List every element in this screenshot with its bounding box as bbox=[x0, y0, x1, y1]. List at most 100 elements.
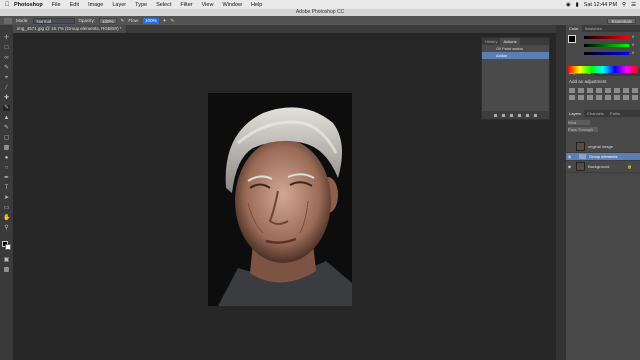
tab-layers[interactable]: Layers bbox=[566, 110, 585, 117]
action-row[interactable]: Action bbox=[482, 52, 549, 59]
shape-tool-icon[interactable]: ▭ bbox=[3, 205, 10, 211]
layer-name[interactable]: Group elements bbox=[589, 154, 617, 159]
menu-app-name[interactable]: Photoshop bbox=[14, 2, 43, 8]
gradient-tool-icon[interactable]: ▩ bbox=[3, 145, 10, 151]
selective-color-icon[interactable] bbox=[632, 95, 638, 100]
document-tab[interactable]: img_4571.jpg @ 16.7% (Group elements, RG… bbox=[13, 25, 126, 33]
action-set-row[interactable]: Oil Paint action bbox=[482, 45, 549, 52]
marquee-tool-icon[interactable]: □ bbox=[3, 45, 10, 51]
brightness-icon[interactable] bbox=[569, 88, 575, 93]
threshold-icon[interactable] bbox=[614, 95, 620, 100]
channel-mixer-icon[interactable] bbox=[578, 95, 584, 100]
menu-filter[interactable]: Filter bbox=[180, 2, 192, 8]
crop-tool-icon[interactable]: ⌖ bbox=[3, 75, 10, 81]
mode-select[interactable]: Normal bbox=[32, 17, 75, 24]
tab-color[interactable]: Color bbox=[566, 25, 582, 32]
new-set-icon[interactable] bbox=[518, 113, 521, 117]
options-bar: Mode: Normal Opacity: 100% ✎ Flow: 100% … bbox=[0, 16, 640, 25]
apple-icon[interactable]:  bbox=[0, 2, 14, 8]
curves-icon[interactable] bbox=[587, 88, 593, 93]
blur-tool-icon[interactable]: ● bbox=[3, 155, 10, 161]
background-color-swatch[interactable] bbox=[5, 244, 11, 250]
layer-row[interactable]: ◉ Background 🔒 bbox=[566, 161, 640, 173]
menu-type[interactable]: Type bbox=[135, 2, 147, 8]
visibility-icon[interactable]: ◉ bbox=[566, 154, 573, 159]
pen-tool-icon[interactable]: ✒ bbox=[3, 175, 10, 181]
red-value[interactable]: 0 bbox=[632, 34, 634, 39]
menu-view[interactable]: View bbox=[202, 2, 214, 8]
eyedropper-tool-icon[interactable]: ⁄ bbox=[3, 85, 10, 91]
gradient-map-icon[interactable] bbox=[623, 95, 629, 100]
menu-edit[interactable]: Edit bbox=[70, 2, 79, 8]
tab-swatches[interactable]: Swatches bbox=[582, 25, 605, 32]
zoom-tool-icon[interactable]: ⚲ bbox=[3, 225, 10, 231]
clock[interactable]: Sat 12:44 PM bbox=[584, 2, 617, 8]
search-icon[interactable]: ⚲ bbox=[622, 2, 626, 8]
color-lookup-icon[interactable] bbox=[587, 95, 593, 100]
dodge-tool-icon[interactable]: ○ bbox=[3, 165, 10, 171]
clone-stamp-tool-icon[interactable]: ▲ bbox=[3, 115, 10, 121]
flow-field[interactable]: 100% bbox=[143, 17, 159, 24]
healing-tool-icon[interactable]: ✚ bbox=[3, 95, 10, 101]
blue-value[interactable]: 0 bbox=[632, 50, 634, 55]
menu-select[interactable]: Select bbox=[156, 2, 171, 8]
tab-actions[interactable]: Actions bbox=[500, 38, 520, 45]
red-slider[interactable] bbox=[584, 36, 629, 39]
blend-mode-select[interactable]: Pass Through bbox=[568, 126, 598, 132]
visibility-icon[interactable]: ◉ bbox=[566, 164, 573, 169]
black-white-icon[interactable] bbox=[632, 88, 638, 93]
type-tool-icon[interactable]: T bbox=[3, 185, 10, 191]
menu-image[interactable]: Image bbox=[88, 2, 103, 8]
path-select-tool-icon[interactable]: ➤ bbox=[3, 195, 10, 201]
layer-name[interactable]: original image bbox=[588, 144, 613, 149]
brush-preset-icon[interactable] bbox=[4, 17, 12, 24]
pressure-size-icon[interactable]: ✎ bbox=[170, 18, 174, 24]
play-icon[interactable] bbox=[510, 113, 513, 117]
history-brush-tool-icon[interactable]: ✎ bbox=[3, 125, 10, 131]
hue-saturation-icon[interactable] bbox=[614, 88, 620, 93]
battery-icon[interactable]: ▮ bbox=[576, 2, 579, 8]
pressure-opacity-icon[interactable]: ✎ bbox=[121, 18, 125, 24]
color-ramp[interactable] bbox=[568, 66, 638, 73]
posterize-icon[interactable] bbox=[605, 95, 611, 100]
lasso-tool-icon[interactable]: ∞ bbox=[3, 55, 10, 61]
green-slider[interactable] bbox=[584, 44, 629, 47]
workspace-select[interactable]: Essentials bbox=[607, 17, 636, 24]
screen-mode-icon[interactable]: ▩ bbox=[3, 267, 10, 273]
brush-tool-icon[interactable]: ✎ bbox=[3, 105, 10, 111]
invert-icon[interactable] bbox=[596, 95, 602, 100]
tab-paths[interactable]: Paths bbox=[607, 110, 623, 117]
menu-window[interactable]: Window bbox=[222, 2, 242, 8]
record-icon[interactable] bbox=[502, 113, 505, 117]
layer-row[interactable]: original image bbox=[566, 141, 640, 153]
blue-slider[interactable] bbox=[584, 52, 629, 55]
menu-help[interactable]: Help bbox=[251, 2, 262, 8]
eraser-tool-icon[interactable]: ▢ bbox=[3, 135, 10, 141]
airbrush-icon[interactable]: ✦ bbox=[163, 18, 167, 24]
tab-channels[interactable]: Channels bbox=[584, 110, 607, 117]
vibrance-icon[interactable] bbox=[605, 88, 611, 93]
hand-tool-icon[interactable]: ✋ bbox=[3, 215, 10, 221]
list-icon[interactable]: ☰ bbox=[631, 2, 636, 8]
move-tool-icon[interactable]: ✛ bbox=[3, 35, 10, 41]
stop-icon[interactable] bbox=[494, 113, 497, 117]
opacity-field[interactable]: 100% bbox=[99, 17, 117, 24]
layer-name[interactable]: Background bbox=[588, 164, 609, 169]
portrait-photo[interactable] bbox=[208, 93, 352, 306]
wifi-icon[interactable]: ◉ bbox=[566, 2, 571, 8]
quick-select-tool-icon[interactable]: ✎ bbox=[3, 65, 10, 71]
tab-history[interactable]: History bbox=[482, 38, 500, 45]
menu-layer[interactable]: Layer bbox=[112, 2, 126, 8]
new-action-icon[interactable] bbox=[526, 113, 529, 117]
color-balance-icon[interactable] bbox=[623, 88, 629, 93]
layer-filter-select[interactable]: Kind bbox=[568, 119, 590, 125]
levels-icon[interactable] bbox=[578, 88, 584, 93]
exposure-icon[interactable] bbox=[596, 88, 602, 93]
fg-color-chip[interactable] bbox=[568, 35, 576, 43]
green-value[interactable]: 0 bbox=[632, 42, 634, 47]
quick-mask-icon[interactable]: ▣ bbox=[3, 257, 10, 263]
layer-row-selected[interactable]: ◉ Group elements bbox=[566, 153, 640, 161]
menu-file[interactable]: File bbox=[52, 2, 61, 8]
trash-icon[interactable] bbox=[534, 113, 537, 117]
photo-filter-icon[interactable] bbox=[569, 95, 575, 100]
